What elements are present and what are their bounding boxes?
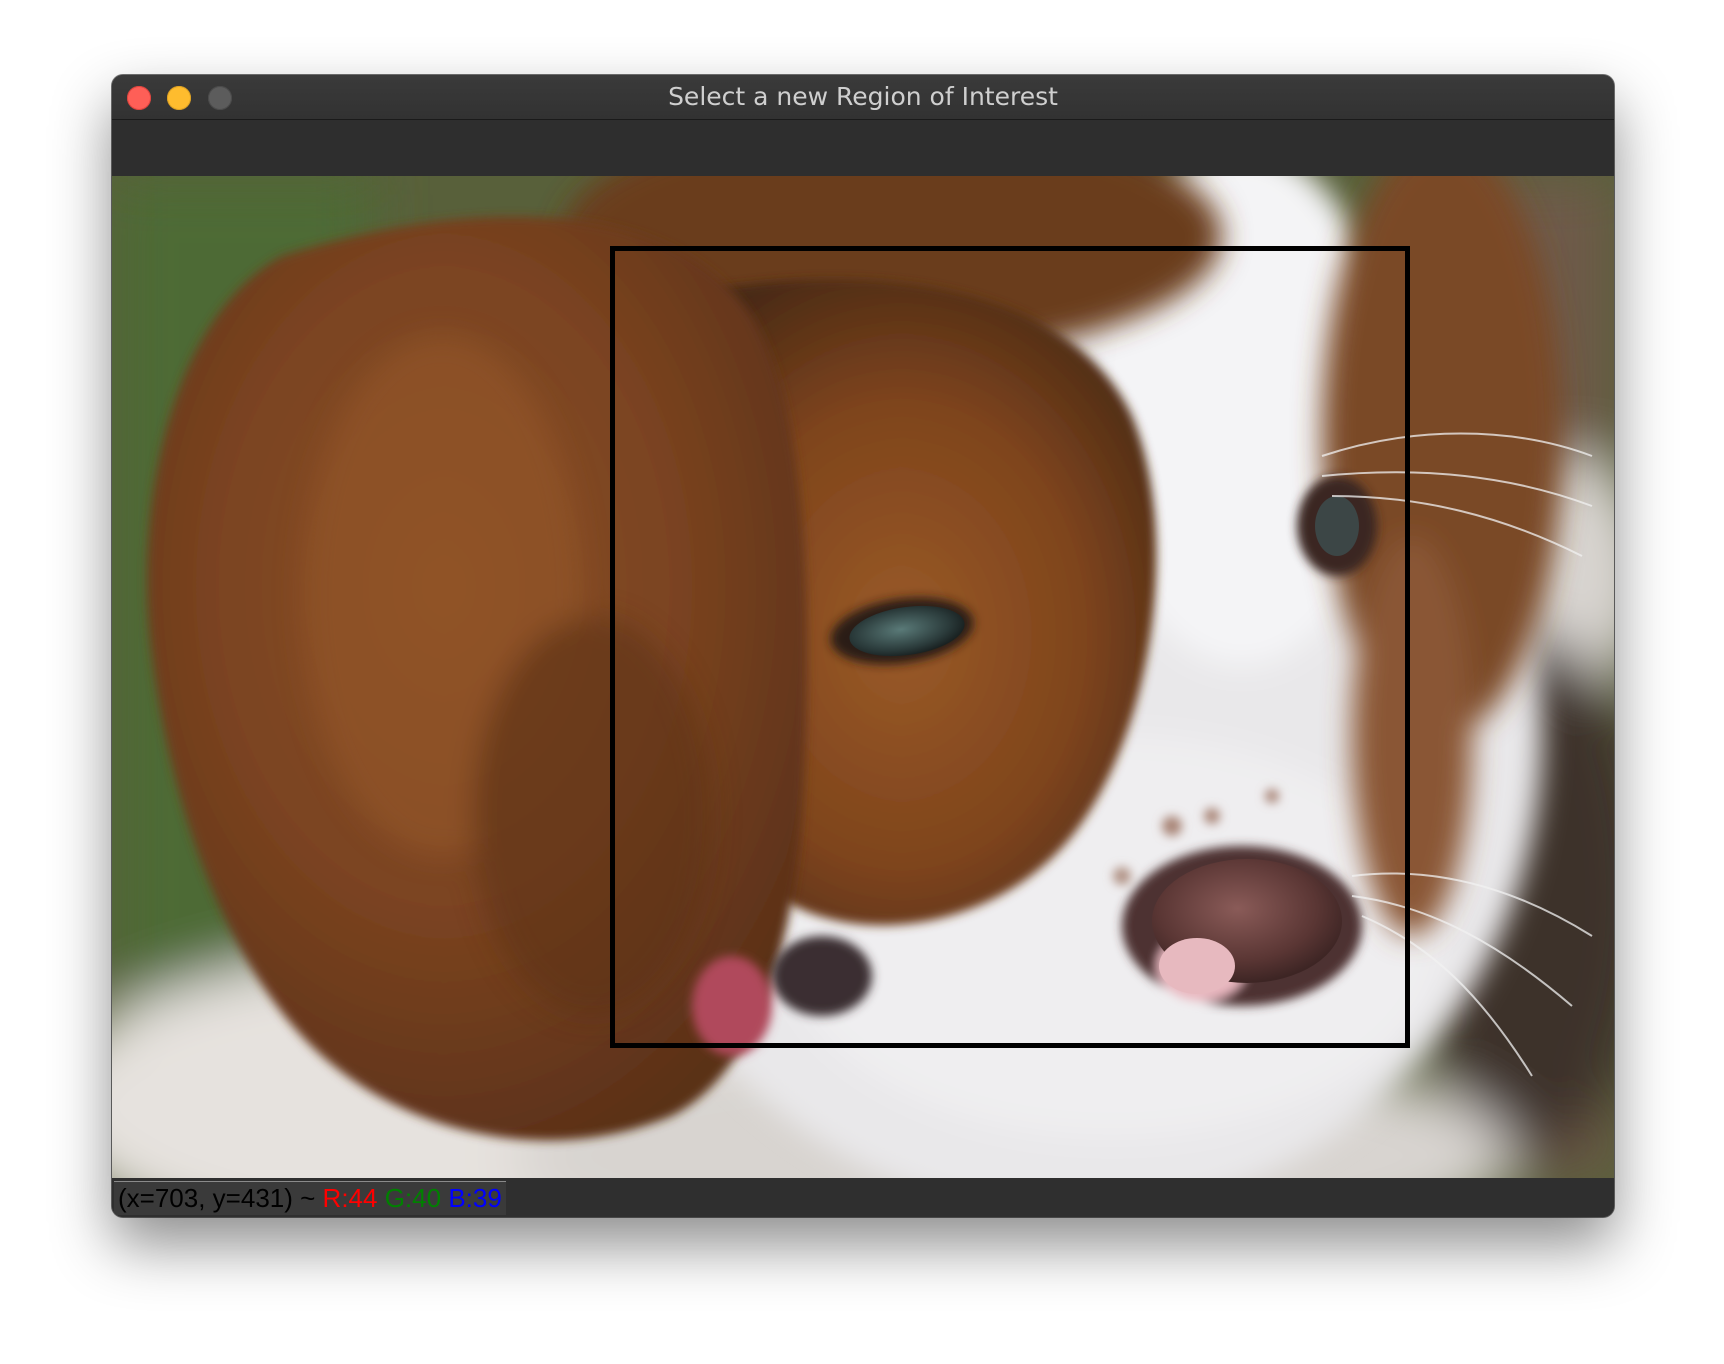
toolbar-area	[112, 120, 1614, 176]
app-window: Select a new Region of Interest (x=703, …	[112, 75, 1614, 1217]
pixel-info: (x=703, y=431) ~ R:44 G:40 B:39	[114, 1181, 506, 1215]
green-value: G:40	[384, 1183, 442, 1213]
status-bar: (x=703, y=431) ~ R:44 G:40 B:39	[112, 1178, 1614, 1217]
window-title: Select a new Region of Interest	[668, 82, 1058, 111]
red-value: R:44	[322, 1183, 378, 1213]
image-canvas[interactable]	[112, 176, 1614, 1178]
blue-value: B:39	[448, 1183, 502, 1213]
roi-selection-rectangle[interactable]	[610, 246, 1410, 1048]
cursor-coordinates: (x=703, y=431) ~	[118, 1183, 316, 1213]
title-bar[interactable]: Select a new Region of Interest	[112, 75, 1614, 120]
